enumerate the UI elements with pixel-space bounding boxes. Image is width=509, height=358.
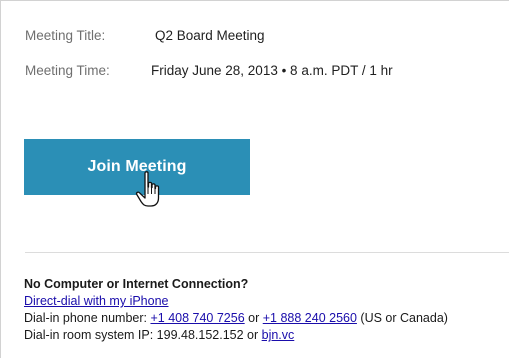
meeting-invite-card: Meeting Title: Q2 Board Meeting Meeting T… [0, 0, 509, 358]
room-system-line: Dial-in room system IP: 199.48.152.152 o… [24, 327, 448, 344]
phone-number-link-1[interactable]: +1 408 740 7256 [150, 311, 244, 325]
dialin-phone-label: Dial-in phone number: [24, 311, 151, 325]
meeting-time-label: Meeting Time: [25, 63, 110, 78]
phone-or-text: or [244, 311, 263, 325]
meeting-title-label: Meeting Title: [25, 28, 106, 43]
iphone-line: Direct-dial with my iPhone [24, 293, 448, 310]
no-connection-heading: No Computer or Internet Connection? [24, 277, 249, 291]
meeting-title-value: Q2 Board Meeting [155, 28, 265, 43]
bjn-vc-link[interactable]: bjn.vc [262, 328, 295, 342]
hand-pointer-icon [135, 171, 160, 207]
phone-region-text: (US or Canada) [356, 311, 448, 325]
phone-number-link-2[interactable]: +1 888 240 2560 [263, 311, 357, 325]
meeting-title-row: Meeting Title: Q2 Board Meeting [25, 28, 265, 43]
meeting-time-value: Friday June 28, 2013 • 8 a.m. PDT / 1 hr [151, 63, 393, 78]
no-connection-section: No Computer or Internet Connection? Dire… [24, 276, 448, 344]
direct-dial-iphone-link[interactable]: Direct-dial with my iPhone [24, 294, 169, 308]
room-system-label: Dial-in room system IP: 199.48.152.152 o… [24, 328, 262, 342]
meeting-time-row: Meeting Time: Friday June 28, 2013 • 8 a.… [25, 63, 393, 78]
dialin-phone-line: Dial-in phone number: +1 408 740 7256 or… [24, 310, 448, 327]
section-divider [25, 252, 509, 253]
